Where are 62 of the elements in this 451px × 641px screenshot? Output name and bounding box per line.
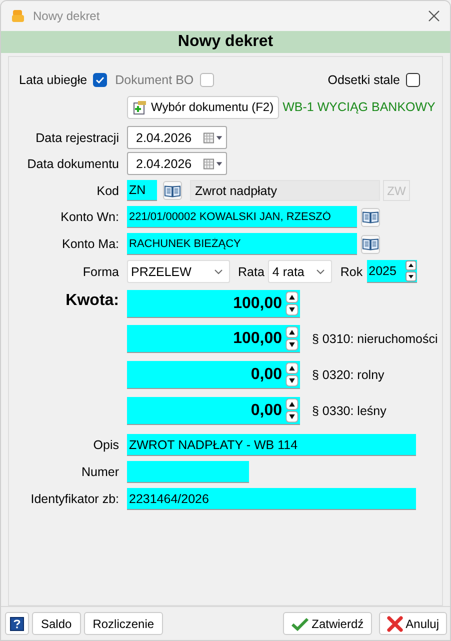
field-label: Rok <box>340 264 363 278</box>
year-field[interactable]: 2025 <box>366 260 405 283</box>
field-label: Kod <box>96 184 119 198</box>
amount-field[interactable]: 0,00 <box>127 397 284 425</box>
option-label: Lata ubiegłe <box>19 73 88 87</box>
option-label: Odsetki stale <box>328 73 400 87</box>
chevron-down-icon <box>214 268 223 274</box>
amount-field[interactable]: 100,00 <box>127 290 284 318</box>
footer-button[interactable]: Rozliczenie <box>84 612 164 635</box>
installment-dropdown[interactable]: 4 rata <box>268 260 332 283</box>
document-add-icon <box>132 99 148 115</box>
amount-field[interactable]: 100,00 <box>127 325 284 353</box>
book-icon[interactable] <box>361 234 380 254</box>
field-label: Rata <box>238 264 264 278</box>
text-field[interactable]: 2231464/2026 <box>127 488 416 510</box>
field-label: Numer <box>80 465 119 479</box>
form-dropdown[interactable]: PRZELEW <box>127 260 230 283</box>
confirm-button[interactable]: Zatwierdź <box>282 612 372 635</box>
calendar-icon[interactable] <box>202 132 224 144</box>
calendar-icon[interactable] <box>202 158 224 170</box>
field-label: Konto Wn: <box>60 210 119 224</box>
app-icon <box>11 9 25 23</box>
footer-button[interactable]: Saldo <box>32 612 81 635</box>
spinner-icon[interactable] <box>404 260 417 283</box>
help-icon <box>10 616 24 630</box>
text-field[interactable]: ZWROT NADPŁATY - WB 114 <box>127 434 416 456</box>
checkbox[interactable] <box>406 73 420 87</box>
chevron-down-icon <box>316 268 326 274</box>
date-field[interactable]: 2.04.2026 <box>127 126 227 149</box>
close-icon <box>386 616 403 632</box>
text-field[interactable] <box>127 461 249 483</box>
field-label: Data dokumentu <box>26 156 119 170</box>
amount-field[interactable]: 0,00 <box>127 361 284 389</box>
document-select-button[interactable]: Wybór dokumentu (F2) <box>127 96 279 118</box>
spinner-icon[interactable] <box>284 361 300 389</box>
help-button[interactable] <box>5 612 29 635</box>
code-field[interactable]: ZN <box>127 180 157 201</box>
code-name-field[interactable]: Zwrot nadpłaty <box>190 180 380 201</box>
cancel-button[interactable]: Anuluj <box>378 612 447 635</box>
checkbox[interactable] <box>93 73 108 87</box>
field-label: Data rejestracji <box>34 130 119 144</box>
field-label: Konto Ma: <box>61 237 119 251</box>
amount-label: Kwota: <box>64 292 119 310</box>
field-label: Identyfikator zb: <box>30 492 119 506</box>
document-name: WB-1 WYCIĄG BANKOWY <box>282 100 436 114</box>
date-field[interactable]: 2.04.2026 <box>127 152 227 175</box>
field-label: Opis <box>92 438 119 452</box>
field-label: Forma <box>82 264 119 278</box>
paragraph-label: § 0320: rolny <box>312 368 384 382</box>
paragraph-label: § 0330: leśny <box>312 404 386 418</box>
check-icon <box>290 616 309 630</box>
book-icon[interactable] <box>163 181 182 200</box>
spinner-icon[interactable] <box>284 290 300 318</box>
close-icon[interactable] <box>428 10 440 22</box>
checkmark-icon <box>95 75 106 85</box>
option-label: Dokument BO <box>115 73 194 87</box>
form-header: Nowy dekret <box>1 31 450 53</box>
book-icon[interactable] <box>361 208 380 226</box>
paragraph-label: § 0310: nieruchomości <box>312 332 438 346</box>
spinner-icon[interactable] <box>284 397 300 425</box>
window-title: Nowy dekret <box>33 9 100 23</box>
spinner-icon[interactable] <box>284 325 300 353</box>
